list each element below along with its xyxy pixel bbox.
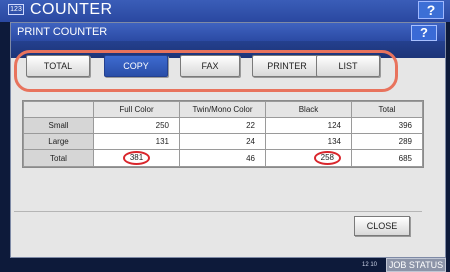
clock-time: 12 10 xyxy=(362,262,378,268)
table-header-row: Full Color Twin/Mono Color Black Total xyxy=(23,101,423,118)
cell-small-twin-mono: 22 xyxy=(179,117,266,134)
close-button[interactable]: CLOSE xyxy=(354,216,410,236)
counter-icon: 123 xyxy=(8,4,24,15)
dialog-title: PRINT COUNTER xyxy=(17,26,108,38)
cell-total-black: 258 xyxy=(265,149,352,167)
tab-list[interactable]: LIST xyxy=(316,55,380,77)
header-full-color: Full Color xyxy=(93,101,180,118)
header-black: Black xyxy=(265,101,352,118)
dialog-divider xyxy=(14,211,422,212)
status-strip: 12 10 JOB STATUS xyxy=(0,258,450,272)
cell-small-black: 124 xyxy=(265,117,352,134)
row-label-large: Large xyxy=(23,133,94,150)
cell-large-full-color: 131 xyxy=(93,133,180,150)
cell-small-full-color: 250 xyxy=(93,117,180,134)
dialog-title-bar: PRINT COUNTER ? xyxy=(11,23,445,41)
counter-title-bar: 123 COUNTER ? xyxy=(0,0,450,22)
header-blank xyxy=(23,101,94,118)
tab-total[interactable]: TOTAL xyxy=(26,55,90,77)
circled-full-color-total: 381 xyxy=(122,151,151,165)
cell-grand-total: 685 xyxy=(351,149,423,167)
table-row: Total 381 46 258 685 xyxy=(23,149,423,167)
cell-small-total: 396 xyxy=(351,117,423,134)
cell-large-twin-mono: 24 xyxy=(179,133,266,150)
row-label-small: Small xyxy=(23,117,94,134)
cell-large-total: 289 xyxy=(351,133,423,150)
header-total: Total xyxy=(351,101,423,118)
row-label-total: Total xyxy=(23,149,94,167)
tab-printer[interactable]: PRINTER xyxy=(252,55,322,77)
counter-table: Full Color Twin/Mono Color Black Total S… xyxy=(22,100,424,168)
tab-copy[interactable]: COPY xyxy=(104,55,168,77)
job-status-button[interactable]: JOB STATUS xyxy=(386,258,446,272)
cell-total-twin-mono: 46 xyxy=(179,149,266,167)
circled-black-total: 258 xyxy=(313,151,341,165)
cell-large-black: 134 xyxy=(265,133,352,150)
dialog-help-button[interactable]: ? xyxy=(411,25,437,41)
counter-title: COUNTER xyxy=(30,1,113,18)
table-row: Large 131 24 134 289 xyxy=(23,133,423,150)
cell-total-full-color: 381 xyxy=(93,149,180,167)
counter-help-button[interactable]: ? xyxy=(418,1,444,19)
table-row: Small 250 22 124 396 xyxy=(23,117,423,134)
header-twin-mono-color: Twin/Mono Color xyxy=(179,101,266,118)
tab-fax[interactable]: FAX xyxy=(180,55,240,77)
